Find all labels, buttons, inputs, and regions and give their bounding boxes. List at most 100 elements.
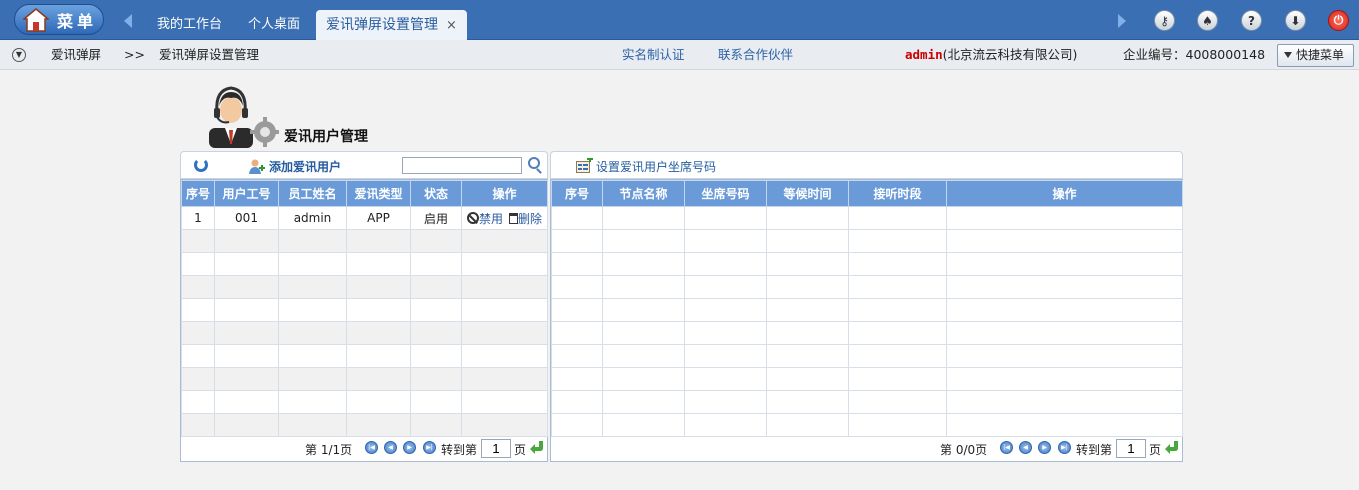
column-header[interactable]: 操作 xyxy=(946,180,1183,207)
seat-number-table: 序号 节点名称 坐席号码 等候时间 接听时段 操作 xyxy=(551,180,1183,437)
table-row[interactable]: 1 001 admin APP 启用 禁用 删除 xyxy=(181,206,548,230)
page-number-input[interactable] xyxy=(1116,439,1146,458)
cell-user-id: 001 xyxy=(214,206,279,230)
quick-menu-label: 快捷菜单 xyxy=(1296,48,1345,62)
tabs-scroll-right-icon[interactable] xyxy=(1118,14,1126,28)
tab-close-icon[interactable]: × xyxy=(446,18,457,33)
column-header[interactable]: 序号 xyxy=(551,180,603,207)
tab-aixun-settings[interactable]: 爱讯弹屏设置管理 × xyxy=(316,10,467,40)
aixun-user-table: 序号 用户工号 员工姓名 爱讯类型 状态 操作 1 001 admin APP … xyxy=(181,180,548,437)
username: admin xyxy=(905,47,943,62)
cell-status: 启用 xyxy=(410,206,462,230)
page-title: 爱讯用户管理 xyxy=(284,129,368,145)
key-icon[interactable]: ⚷ xyxy=(1154,10,1175,31)
empty-row xyxy=(181,367,548,391)
tab-aixun-settings-label: 爱讯弹屏设置管理 xyxy=(326,17,438,33)
company-name: (北京流云科技有限公司) xyxy=(942,47,1078,62)
empty-row xyxy=(551,390,1183,414)
set-seat-number-icon xyxy=(576,158,593,173)
empty-row xyxy=(181,252,548,276)
column-header[interactable]: 操作 xyxy=(461,180,548,207)
left-toolbar: 添加爱讯用户 xyxy=(180,151,548,179)
column-header[interactable]: 坐席号码 xyxy=(684,180,767,207)
empty-row xyxy=(551,275,1183,299)
set-seat-number-link[interactable]: 设置爱讯用户坐席号码 xyxy=(596,158,716,175)
breadcrumb-separator: >> xyxy=(124,47,145,62)
page-number-input[interactable] xyxy=(481,439,511,458)
right-toolbar: 设置爱讯用户坐席号码 xyxy=(550,151,1183,179)
prev-page-icon[interactable]: ◀ xyxy=(1019,441,1032,454)
tab-my-workbench[interactable]: 我的工作台 xyxy=(157,10,222,40)
empty-row xyxy=(551,321,1183,345)
empty-row xyxy=(551,367,1183,391)
delete-link[interactable]: 删除 xyxy=(518,212,542,226)
power-icon[interactable]: ⏻ xyxy=(1328,10,1349,31)
search-input[interactable] xyxy=(402,157,522,174)
download-icon[interactable]: ⬇ xyxy=(1285,10,1306,31)
breadcrumb-bar: ▼ 爱讯弹屏 >> 爱讯弹屏设置管理 实名制认证 联系合作伙伴 admin(北京… xyxy=(0,40,1359,70)
home-icon xyxy=(23,7,49,32)
expand-icon[interactable]: ▼ xyxy=(12,48,26,62)
menu-label: 菜单 xyxy=(57,11,98,31)
customer-service-avatar-icon xyxy=(209,86,279,148)
page-info: 第 0/0页 xyxy=(940,443,988,457)
delete-icon[interactable] xyxy=(509,212,518,224)
help-icon[interactable]: ? xyxy=(1241,10,1262,31)
page-suffix: 页 xyxy=(514,443,527,457)
caret-down-icon xyxy=(1284,52,1292,58)
left-pager: 第 1/1页 |◀ ◀ ▶ ▶| 转到第 页 xyxy=(181,437,547,461)
empty-row xyxy=(551,298,1183,322)
go-arrow-icon[interactable] xyxy=(1164,439,1180,455)
right-pager: 第 0/0页 |◀ ◀ ▶ ▶| 转到第 页 xyxy=(551,437,1182,461)
contact-partner-link[interactable]: 联系合作伙伴 xyxy=(718,40,793,70)
column-header[interactable]: 爱讯类型 xyxy=(346,180,411,207)
search-icon[interactable] xyxy=(528,157,540,169)
cell-name: admin xyxy=(278,206,347,230)
empty-row xyxy=(551,344,1183,368)
table-header-row: 序号 节点名称 坐席号码 等候时间 接听时段 操作 xyxy=(551,180,1183,207)
cell-operations: 禁用 删除 xyxy=(461,206,548,230)
empty-row xyxy=(181,413,548,437)
disable-link[interactable]: 禁用 xyxy=(479,212,503,226)
empty-row xyxy=(181,390,548,414)
column-header[interactable]: 员工姓名 xyxy=(278,180,347,207)
go-arrow-icon[interactable] xyxy=(529,439,545,455)
add-aixun-user-link[interactable]: 添加爱讯用户 xyxy=(269,158,341,175)
goto-label: 转到第 xyxy=(1076,443,1113,457)
next-page-icon[interactable]: ▶ xyxy=(403,441,416,454)
next-page-icon[interactable]: ▶ xyxy=(1038,441,1051,454)
right-table-panel: 序号 节点名称 坐席号码 等候时间 接听时段 操作 第 0/0页 |◀ ◀ ▶ … xyxy=(550,179,1183,462)
column-header[interactable]: 接听时段 xyxy=(848,180,947,207)
empty-row xyxy=(551,206,1183,230)
column-header[interactable]: 状态 xyxy=(410,180,462,207)
refresh-icon[interactable] xyxy=(194,158,208,172)
shirt-icon[interactable]: ♠ xyxy=(1197,10,1218,31)
breadcrumb-item-settings: 爱讯弹屏设置管理 xyxy=(159,47,260,62)
company-id: 企业编号：4008000148 xyxy=(1123,47,1266,62)
user-info: admin(北京流云科技有限公司) xyxy=(905,40,1077,70)
column-header[interactable]: 等候时间 xyxy=(766,180,849,207)
main-menu-button[interactable]: 菜单 xyxy=(14,4,104,35)
breadcrumb-item-aixun[interactable]: 爱讯弹屏 xyxy=(51,40,101,70)
disable-icon[interactable] xyxy=(466,211,479,224)
tab-personal-desktop[interactable]: 个人桌面 xyxy=(248,10,300,40)
left-table-panel: 序号 用户工号 员工姓名 爱讯类型 状态 操作 1 001 admin APP … xyxy=(180,179,548,462)
top-bar: 菜单 我的工作台 个人桌面 爱讯弹屏设置管理 × ⚷ ♠ ? ⬇ ⏻ xyxy=(0,0,1359,40)
first-page-icon[interactable]: |◀ xyxy=(365,441,378,454)
empty-row xyxy=(181,275,548,299)
add-user-icon xyxy=(249,159,265,174)
last-page-icon[interactable]: ▶| xyxy=(1058,441,1071,454)
first-page-icon[interactable]: |◀ xyxy=(1000,441,1013,454)
empty-row xyxy=(181,321,548,345)
prev-page-icon[interactable]: ◀ xyxy=(384,441,397,454)
tabs-scroll-left-icon[interactable] xyxy=(124,14,132,28)
quick-menu-button[interactable]: 快捷菜单 xyxy=(1277,44,1354,67)
column-header[interactable]: 序号 xyxy=(181,180,215,207)
cell-type: APP xyxy=(346,206,411,230)
goto-label: 转到第 xyxy=(441,443,478,457)
column-header[interactable]: 用户工号 xyxy=(214,180,279,207)
table-header-row: 序号 用户工号 员工姓名 爱讯类型 状态 操作 xyxy=(181,180,548,207)
last-page-icon[interactable]: ▶| xyxy=(423,441,436,454)
column-header[interactable]: 节点名称 xyxy=(602,180,685,207)
real-name-auth-link[interactable]: 实名制认证 xyxy=(622,40,685,70)
